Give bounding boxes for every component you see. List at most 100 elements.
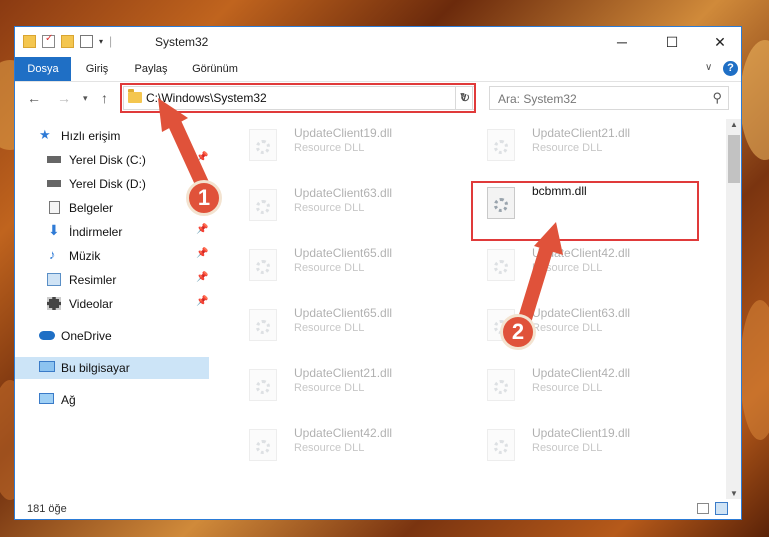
list-item[interactable]: UpdateClient65.dll Resource DLL — [239, 245, 469, 285]
dll-file-icon — [249, 369, 277, 401]
scroll-up-icon[interactable]: ▲ — [730, 120, 738, 129]
list-item[interactable]: UpdateClient19.dll Resource DLL — [477, 425, 707, 465]
ribbon: Dosya Giriş Paylaş Görünüm ∨ ? — [15, 57, 741, 82]
sidebar-item-label: Yerel Disk (D:) — [69, 177, 146, 191]
list-item[interactable]: UpdateClient42.dll Resource DLL — [477, 245, 707, 285]
sidebar-item-quick-access[interactable]: ★ Hızlı erişim — [15, 125, 209, 147]
pin-icon[interactable]: 📌 — [196, 152, 208, 163]
list-item[interactable]: UpdateClient63.dll Resource DLL — [239, 185, 469, 225]
status-bar: 181 öğe — [15, 499, 741, 519]
quick-access-toolbar: ✓ ▾ | — [23, 33, 113, 48]
background-leaf — [740, 300, 769, 440]
background-leaf — [740, 40, 769, 160]
title-bar: ✓ ▾ | System32 ─ ☐ ✕ — [15, 27, 741, 57]
scroll-down-icon[interactable]: ▼ — [730, 489, 738, 498]
new-folder-icon[interactable] — [61, 34, 74, 48]
tab-home[interactable]: Giriş — [75, 57, 119, 81]
computer-icon — [39, 361, 55, 372]
pin-icon[interactable]: 📌 — [196, 296, 208, 307]
dll-file-icon — [249, 429, 277, 461]
close-button[interactable]: ✕ — [697, 27, 741, 57]
minimize-button[interactable]: ─ — [599, 27, 645, 57]
dll-file-icon — [249, 249, 277, 281]
up-arrow-icon[interactable]: ↑ — [101, 90, 108, 106]
sidebar-item-pictures[interactable]: Resimler 📌 — [15, 269, 209, 291]
file-name: UpdateClient65.dll — [294, 246, 393, 260]
file-type: Resource DLL — [294, 442, 365, 454]
file-type: Resource DLL — [532, 382, 603, 394]
sidebar-item-videos[interactable]: Videolar 📌 — [15, 293, 209, 315]
file-type: Resource DLL — [294, 262, 365, 274]
sidebar-item-label: Hızlı erişim — [61, 129, 121, 143]
help-icon[interactable]: ? — [723, 61, 738, 76]
sidebar-item-label: İndirmeler — [69, 225, 123, 239]
sidebar-item-label: Videolar — [69, 297, 113, 311]
details-view-icon[interactable] — [697, 503, 709, 514]
ribbon-expand-icon[interactable]: ∨ — [705, 62, 712, 73]
sidebar-item-documents[interactable]: Belgeler 📌 — [15, 197, 209, 219]
file-type: Resource DLL — [294, 142, 365, 154]
forward-arrow-icon[interactable]: → — [57, 90, 71, 106]
tab-file[interactable]: Dosya — [15, 57, 71, 81]
file-type: Resource DLL — [294, 202, 365, 214]
file-type: Resource DLL — [532, 262, 603, 274]
chevron-down-icon[interactable]: ▾ — [99, 37, 103, 46]
large-icons-view-icon[interactable] — [715, 502, 728, 515]
back-arrow-icon[interactable]: ← — [27, 90, 41, 106]
pin-icon[interactable]: 📌 — [196, 272, 208, 283]
list-item[interactable]: UpdateClient21.dll Resource DLL — [239, 365, 469, 405]
properties-icon[interactable]: ✓ — [42, 33, 55, 48]
file-list: UpdateClient19.dll Resource DLL UpdateCli… — [229, 119, 724, 499]
folder-icon[interactable] — [23, 34, 36, 48]
search-placeholder: Ara: System32 — [498, 92, 577, 106]
sidebar-item-label: Ağ — [61, 393, 76, 407]
file-highlight-box — [471, 181, 699, 241]
download-icon: ⬇ — [48, 222, 60, 238]
file-type: Resource DLL — [532, 142, 603, 154]
sidebar-item-this-pc[interactable]: Bu bilgisayar — [15, 357, 209, 379]
divider: | — [109, 34, 113, 48]
sidebar-item-label: OneDrive — [61, 329, 112, 343]
maximize-button[interactable]: ☐ — [649, 27, 695, 57]
file-type: Resource DLL — [532, 322, 603, 334]
navigation-pane: ★ Hızlı erişim Yerel Disk (C:) 📌 Yerel D… — [15, 119, 209, 497]
documents-icon — [49, 201, 60, 214]
file-name: UpdateClient42.dll — [532, 366, 631, 380]
vertical-scrollbar[interactable]: ▲ ▼ — [726, 119, 741, 499]
address-highlight-box — [120, 83, 476, 113]
sidebar-item-label: Belgeler — [69, 201, 114, 215]
window-title: System32 — [155, 35, 209, 49]
recent-locations-icon[interactable]: ▾ — [83, 93, 88, 104]
file-name: UpdateClient63.dll — [294, 186, 393, 200]
pin-icon[interactable]: 📌 — [196, 224, 208, 235]
scrollbar-thumb[interactable] — [728, 135, 740, 183]
list-item[interactable]: UpdateClient42.dll Resource DLL — [477, 365, 707, 405]
file-name: UpdateClient21.dll — [294, 366, 393, 380]
sidebar-item-local-disk-d[interactable]: Yerel Disk (D:) — [15, 173, 209, 195]
step-badge-2: 2 — [500, 314, 536, 350]
list-item[interactable]: UpdateClient42.dll Resource DLL — [239, 425, 469, 465]
tab-share[interactable]: Paylaş — [127, 57, 175, 81]
dll-file-icon — [249, 189, 277, 221]
pin-icon[interactable]: 📌 — [196, 248, 208, 259]
sidebar-item-music[interactable]: ♪ Müzik 📌 — [15, 245, 209, 267]
dll-file-icon — [249, 129, 277, 161]
file-name: UpdateClient63.dll — [532, 306, 631, 320]
sidebar-item-local-disk-c[interactable]: Yerel Disk (C:) 📌 — [15, 149, 209, 171]
drive-icon — [47, 156, 61, 163]
list-item[interactable]: UpdateClient65.dll Resource DLL — [239, 305, 469, 345]
sidebar-item-network[interactable]: Ağ — [15, 389, 209, 411]
list-item[interactable]: UpdateClient21.dll Resource DLL — [477, 125, 707, 165]
file-type: Resource DLL — [532, 442, 603, 454]
star-icon: ★ — [39, 127, 51, 142]
file-name: UpdateClient42.dll — [294, 426, 393, 440]
list-item[interactable]: UpdateClient19.dll Resource DLL — [239, 125, 469, 165]
tab-view[interactable]: Görünüm — [185, 57, 245, 81]
search-input[interactable]: Ara: System32 ⚲ — [489, 86, 729, 110]
sidebar-item-downloads[interactable]: ⬇ İndirmeler 📌 — [15, 221, 209, 243]
videos-icon — [47, 297, 61, 310]
sidebar-item-onedrive[interactable]: OneDrive — [15, 325, 209, 347]
file-name: UpdateClient42.dll — [532, 246, 631, 260]
music-icon: ♪ — [49, 247, 56, 262]
view-options-icon[interactable] — [80, 34, 93, 48]
